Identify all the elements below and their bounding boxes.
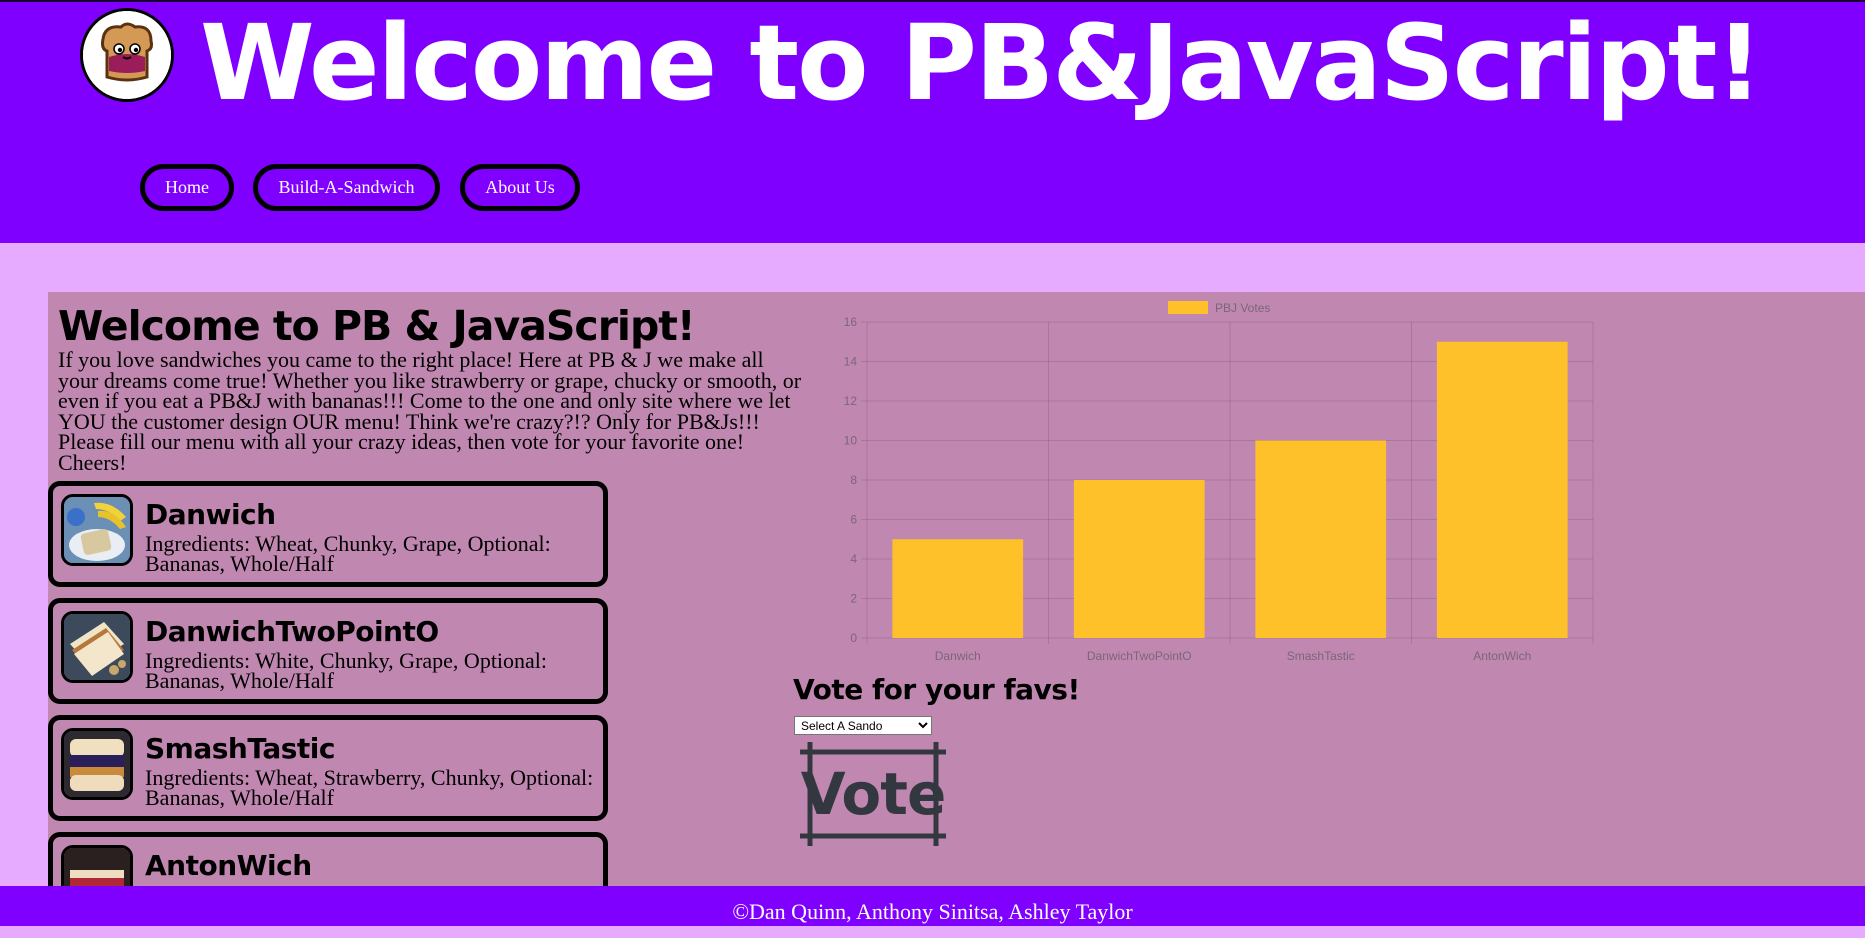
x-tick-label: DanwichTwoPointO	[1087, 649, 1192, 663]
site-footer: ©Dan Quinn, Anthony Sinitsa, Ashley Tayl…	[0, 886, 1865, 926]
nav-build-a-sandwich-button[interactable]: Build-A-Sandwich	[253, 164, 440, 211]
vote-button[interactable]: Vote	[800, 742, 946, 846]
vote-button-label: Vote	[800, 760, 947, 828]
vote-title: Vote for your favs!	[793, 673, 1080, 706]
x-tick-label: Danwich	[935, 649, 981, 663]
sandwich-ingredients: Ingredients: White, Chunky, Grape, Optio…	[145, 648, 548, 693]
site-title: Welcome to PB&JavaScript!	[200, 2, 1763, 124]
sandwich-photo-icon	[61, 494, 133, 566]
sandwich-card[interactable]: Danwich Ingredients: Wheat, Chunky, Grap…	[48, 481, 608, 587]
main-content: Welcome to PB & JavaScript! If you love …	[48, 292, 1865, 886]
sandwich-name: SmashTastic	[145, 732, 335, 765]
nav-about-us-button[interactable]: About Us	[460, 164, 580, 211]
x-tick-label: SmashTastic	[1287, 649, 1355, 663]
chart-bar	[1073, 480, 1205, 638]
sandwich-photo-icon	[61, 611, 133, 683]
chart-bar	[892, 539, 1024, 638]
sandwich-name: DanwichTwoPointO	[145, 615, 439, 648]
votes-chart: 0 2 4 6 8 10 12 14 16 Danwich DanwichTwoPointO Smas…	[788, 292, 1608, 672]
sandwich-card[interactable]: SmashTastic Ingredients: Wheat, Strawber…	[48, 715, 608, 821]
y-tick-label: 12	[844, 394, 858, 408]
sandwich-logo-icon	[80, 8, 174, 102]
y-tick-label: 4	[850, 552, 857, 566]
footer-credits: ©Dan Quinn, Anthony Sinitsa, Ashley Tayl…	[732, 899, 1133, 924]
sandwich-photo-icon	[61, 845, 133, 886]
sandwich-ingredients: Ingredients: Wheat, Chunky, Grape, Optio…	[145, 531, 551, 576]
sandwich-ingredients: Ingredients: Wheat, Strawberry, Chunky, …	[145, 765, 594, 810]
y-tick-label: 8	[850, 473, 857, 487]
intro-text: If you love sandwiches you came to the r…	[58, 347, 802, 475]
y-tick-label: 2	[850, 592, 857, 606]
legend-label: PBJ Votes	[1215, 301, 1270, 315]
sandwich-card[interactable]: DanwichTwoPointO Ingredients: White, Chu…	[48, 598, 608, 704]
y-tick-label: 16	[844, 315, 858, 329]
x-tick-label: AntonWich	[1473, 649, 1531, 663]
sandwich-name: Danwich	[145, 498, 276, 531]
site-header: Welcome to PB&JavaScript! Home Build-A-S…	[0, 0, 1865, 243]
nav-home-button[interactable]: Home	[140, 164, 234, 211]
intro-title: Welcome to PB & JavaScript!	[58, 302, 696, 350]
sandwich-select[interactable]: Select A Sando	[794, 716, 932, 735]
legend-swatch	[1168, 301, 1208, 314]
sandwich-name: AntonWich	[145, 849, 312, 882]
votes-bar-chart: 0 2 4 6 8 10 12 14 16 Danwich DanwichTwoPointO Smas…	[844, 301, 1594, 663]
y-tick-label: 14	[844, 355, 858, 369]
y-tick-label: 10	[844, 434, 858, 448]
sandwich-card[interactable]: AntonWich	[48, 832, 608, 886]
chart-bar	[1436, 341, 1568, 638]
y-tick-label: 0	[850, 631, 857, 645]
sandwich-photo-icon	[61, 728, 133, 800]
y-tick-label: 6	[850, 513, 857, 527]
chart-bar	[1255, 440, 1387, 638]
